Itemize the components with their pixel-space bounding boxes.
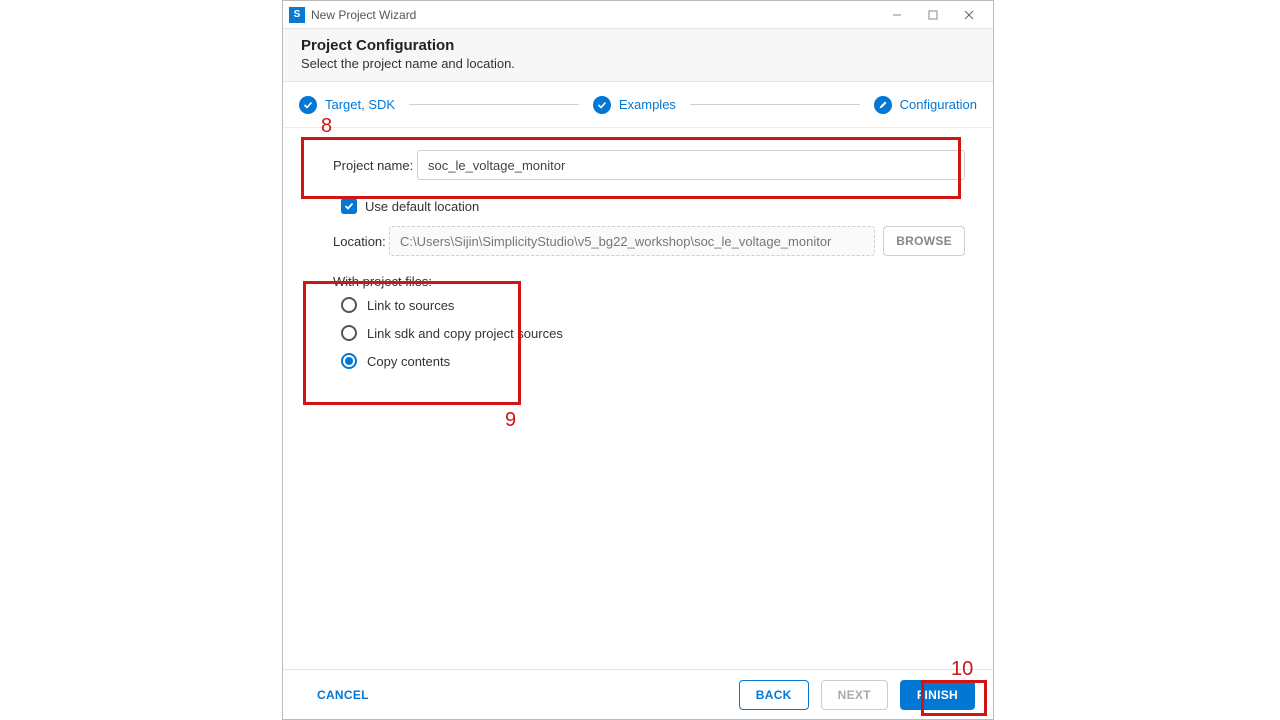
window-title: New Project Wizard	[311, 8, 416, 22]
back-button[interactable]: BACK	[739, 680, 809, 710]
step-label: Examples	[619, 97, 676, 112]
finish-button[interactable]: FINISH	[900, 680, 975, 710]
maximize-button[interactable]	[915, 2, 951, 28]
step-examples[interactable]: Examples	[593, 96, 676, 114]
step-label: Target, SDK	[325, 97, 395, 112]
checkmark-icon	[593, 96, 611, 114]
project-name-input[interactable]	[417, 150, 965, 180]
wizard-footer: CANCEL BACK NEXT FINISH	[283, 669, 993, 719]
next-button: NEXT	[821, 680, 888, 710]
step-connector	[690, 104, 860, 105]
step-target-sdk[interactable]: Target, SDK	[299, 96, 395, 114]
default-location-checkbox-row[interactable]: Use default location	[341, 198, 965, 214]
project-files-radio-group: Link to sources Link sdk and copy projec…	[341, 297, 965, 369]
location-row: Location: BROWSE	[333, 226, 965, 256]
cancel-button[interactable]: CANCEL	[301, 680, 385, 710]
step-connector	[409, 104, 579, 105]
checkbox-checked-icon	[341, 198, 357, 214]
radio-label: Link sdk and copy project sources	[367, 326, 563, 341]
radio-checked-icon	[341, 353, 357, 369]
step-configuration[interactable]: Configuration	[874, 96, 977, 114]
radio-label: Copy contents	[367, 354, 450, 369]
default-location-label: Use default location	[365, 199, 479, 214]
location-input	[389, 226, 875, 256]
project-name-label: Project name:	[333, 158, 417, 173]
wizard-window: S New Project Wizard Project Configurati…	[282, 0, 994, 720]
step-label: Configuration	[900, 97, 977, 112]
radio-unchecked-icon	[341, 297, 357, 313]
page-title: Project Configuration	[301, 37, 975, 54]
location-label: Location:	[333, 234, 389, 249]
project-name-row: Project name:	[333, 150, 965, 180]
radio-unchecked-icon	[341, 325, 357, 341]
titlebar: S New Project Wizard	[283, 1, 993, 29]
content-area: Project name: Use default location Locat…	[283, 128, 993, 369]
app-icon: S	[289, 7, 305, 23]
checkmark-icon	[299, 96, 317, 114]
radio-link-sources[interactable]: Link to sources	[341, 297, 965, 313]
radio-copy-contents[interactable]: Copy contents	[341, 353, 965, 369]
project-files-label: With project files:	[333, 274, 965, 289]
stepper: Target, SDK Examples Configuration	[283, 82, 993, 128]
wizard-header: Project Configuration Select the project…	[283, 29, 993, 82]
radio-link-sdk[interactable]: Link sdk and copy project sources	[341, 325, 965, 341]
close-button[interactable]	[951, 2, 987, 28]
annotation-label-9: 9	[505, 409, 516, 432]
browse-button: BROWSE	[883, 226, 965, 256]
radio-label: Link to sources	[367, 298, 454, 313]
page-subtitle: Select the project name and location.	[301, 56, 975, 71]
minimize-button[interactable]	[879, 2, 915, 28]
pencil-icon	[874, 96, 892, 114]
